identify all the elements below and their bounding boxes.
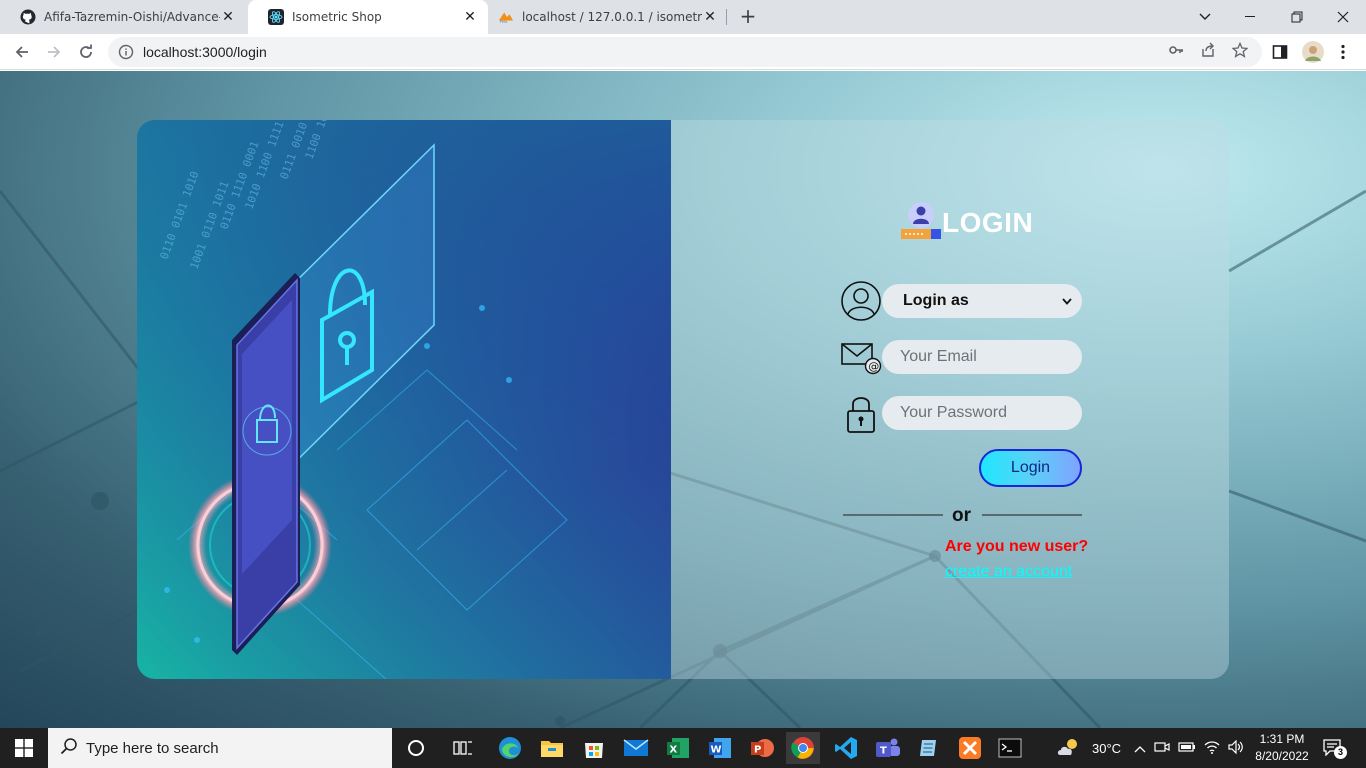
login-as-selected-value: Login as xyxy=(903,292,969,309)
password-placeholder: Your Password xyxy=(900,404,1008,421)
weather-temperature: 30°C xyxy=(1092,740,1122,756)
file-explorer-icon[interactable] xyxy=(536,732,568,764)
xampp-icon[interactable] xyxy=(954,732,986,764)
email-input[interactable]: Your Email xyxy=(882,340,1082,374)
security-illustration-panel: 0110 0101 1010 1001 0110 1011 0110 1110 … xyxy=(137,120,671,679)
powerpoint-icon[interactable]: P xyxy=(746,732,778,764)
github-icon xyxy=(20,9,36,25)
back-icon[interactable] xyxy=(8,38,36,66)
cortana-icon[interactable] xyxy=(400,732,432,764)
notifications-button[interactable]: 3 xyxy=(1322,728,1347,768)
profile-avatar[interactable] xyxy=(1301,40,1325,64)
volume-icon[interactable] xyxy=(1228,739,1244,757)
new-tab-button[interactable]: + xyxy=(737,6,759,28)
battery-icon[interactable] xyxy=(1178,741,1196,756)
notification-count: 3 xyxy=(1334,746,1347,759)
meet-now-icon[interactable] xyxy=(1154,740,1170,757)
wifi-icon[interactable] xyxy=(1204,740,1220,757)
react-icon xyxy=(268,9,284,25)
task-view-icon[interactable] xyxy=(447,732,479,764)
close-tab-icon[interactable]: ✕ xyxy=(462,9,478,25)
email-row: @ Your Email xyxy=(840,336,1082,378)
login-as-select[interactable]: Login as xyxy=(882,284,1082,318)
svg-text:PMA: PMA xyxy=(500,20,508,24)
tab-isometric-shop[interactable]: Isometric Shop ✕ xyxy=(248,0,488,34)
clock-time: 1:31 PM xyxy=(1259,732,1305,746)
system-tray-icons xyxy=(1134,728,1244,768)
chevron-up-icon[interactable] xyxy=(1134,741,1146,756)
weather-widget[interactable]: 30°C xyxy=(1056,728,1121,768)
tab-separator xyxy=(726,9,727,25)
new-user-text: Are you new user? xyxy=(945,538,1089,555)
url-text: localhost:3000/login xyxy=(143,44,267,60)
restore-icon[interactable] xyxy=(1274,0,1320,34)
vscode-icon[interactable] xyxy=(830,732,862,764)
login-title: LOGIN xyxy=(942,207,1034,238)
tab-phpmyadmin[interactable]: PMA localhost / 127.0.0.1 / isometric_ ✕ xyxy=(490,0,728,34)
phpmyadmin-icon: PMA xyxy=(498,9,514,25)
tab-search-chevron-icon[interactable] xyxy=(1182,0,1228,34)
close-tab-icon[interactable]: ✕ xyxy=(220,9,236,25)
word-icon[interactable]: W xyxy=(704,732,736,764)
side-panel-icon[interactable] xyxy=(1270,42,1290,62)
search-placeholder: Type here to search xyxy=(86,739,219,757)
minimize-icon[interactable] xyxy=(1228,0,1274,34)
login-header: LOGIN xyxy=(900,200,1033,246)
teams-icon[interactable]: T xyxy=(872,732,904,764)
share-icon[interactable] xyxy=(1199,41,1217,59)
browser-tab-strip: Afifa-Tazremin-Oishi/Advance-W ✕ Isometr… xyxy=(0,0,1366,34)
password-row: Your Password xyxy=(840,392,1082,434)
chevron-down-icon xyxy=(1062,292,1072,310)
forward-icon[interactable] xyxy=(40,38,68,66)
page-background: 0110 0101 1010 1001 0110 1011 0110 1110 … xyxy=(0,71,1366,728)
browser-menu-icon[interactable] xyxy=(1333,42,1353,62)
browser-toolbar: localhost:3000/login xyxy=(0,34,1366,70)
role-row: Login as xyxy=(840,280,1082,322)
mail-icon[interactable] xyxy=(620,732,652,764)
svg-text:T: T xyxy=(880,746,887,757)
address-bar[interactable]: localhost:3000/login xyxy=(108,37,1262,67)
bookmark-star-icon[interactable] xyxy=(1231,41,1249,59)
tab-title: Isometric Shop xyxy=(292,10,382,24)
or-text: or xyxy=(952,505,971,526)
user-password-icon xyxy=(900,200,942,246)
edge-icon[interactable] xyxy=(494,732,526,764)
create-account-link[interactable]: create an account xyxy=(945,563,1072,581)
email-icon: @ xyxy=(840,336,882,378)
notepad-app-icon[interactable] xyxy=(912,732,944,764)
divider-left xyxy=(843,514,943,516)
partly-cloudy-icon xyxy=(1056,737,1082,760)
email-placeholder: Your Email xyxy=(900,348,977,365)
tab-github[interactable]: Afifa-Tazremin-Oishi/Advance-W ✕ xyxy=(0,0,246,34)
svg-text:W: W xyxy=(711,745,722,756)
taskbar-search-box[interactable]: Type here to search xyxy=(48,728,392,768)
close-window-icon[interactable] xyxy=(1320,0,1366,34)
tab-title: Afifa-Tazremin-Oishi/Advance-W xyxy=(44,10,220,24)
chrome-icon[interactable] xyxy=(786,732,820,764)
search-icon xyxy=(60,737,78,759)
windows-start-icon[interactable] xyxy=(0,728,48,768)
tab-title: localhost / 127.0.0.1 / isometric_ xyxy=(522,10,702,24)
password-input[interactable]: Your Password xyxy=(882,396,1082,430)
password-key-icon[interactable] xyxy=(1167,41,1185,59)
user-circle-icon xyxy=(840,280,882,322)
svg-text:P: P xyxy=(754,745,761,756)
padlock-icon xyxy=(840,392,882,434)
login-button[interactable]: Login xyxy=(979,449,1082,487)
svg-text:X: X xyxy=(670,745,678,756)
taskbar-clock[interactable]: 1:31 PM 8/20/2022 xyxy=(1252,731,1312,765)
phone-security-illustration: 0110 0101 1010 1001 0110 1011 0110 1110 … xyxy=(137,120,671,679)
clock-date: 8/20/2022 xyxy=(1255,749,1309,763)
reload-icon[interactable] xyxy=(72,38,100,66)
svg-text:@: @ xyxy=(868,360,879,373)
notification-icon: 3 xyxy=(1322,738,1347,759)
divider-right xyxy=(982,514,1082,516)
windows-taskbar: Type here to search X W P T 30°C 1:31 PM… xyxy=(0,728,1366,768)
close-tab-icon[interactable]: ✕ xyxy=(702,9,718,25)
terminal-icon[interactable] xyxy=(994,732,1026,764)
excel-icon[interactable]: X xyxy=(662,732,694,764)
microsoft-store-icon[interactable] xyxy=(578,732,610,764)
site-info-icon[interactable] xyxy=(118,44,134,60)
